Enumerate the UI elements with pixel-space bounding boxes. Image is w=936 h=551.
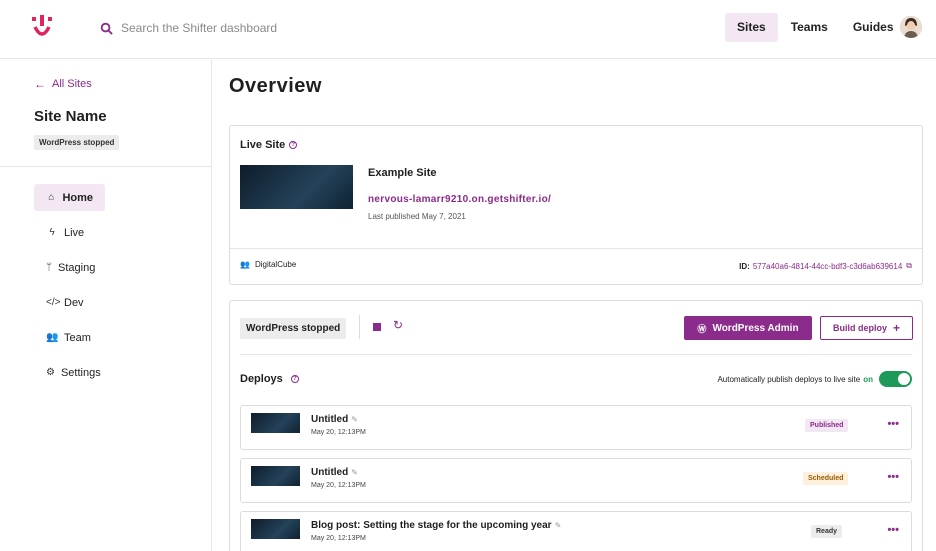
deploy-divider	[240, 354, 912, 355]
sidebar-divider	[0, 166, 212, 167]
site-title: Example Site	[368, 167, 437, 179]
deploy-title: Blog post: Setting the stage for the upc…	[311, 520, 561, 531]
deploys-title: Deploys ?	[240, 373, 299, 385]
deploy-thumbnail	[251, 519, 300, 550]
edit-icon[interactable]: ✎	[351, 415, 358, 424]
branch-icon: ᛘ	[46, 262, 52, 273]
refresh-icon[interactable]: ↻	[393, 318, 403, 332]
more-options-icon[interactable]: •••	[887, 471, 899, 483]
deploys-heading: Deploys	[240, 373, 283, 385]
wordpress-admin-label: WordPress Admin	[712, 322, 799, 334]
team-icon: 👥	[46, 332, 59, 343]
all-sites-link[interactable]: ← All Sites	[34, 77, 92, 91]
help-icon[interactable]: ?	[290, 375, 299, 383]
shifter-logo[interactable]	[32, 15, 52, 39]
deploy-date: May 20, 12:13PM	[311, 535, 366, 542]
team-icon: 👥	[240, 260, 250, 269]
site-id-value: 577a40a6-4814-44cc-bdf3-c3d6ab639614	[752, 261, 903, 271]
sidebar-item-team[interactable]: 👥 Team	[34, 324, 105, 351]
search-input[interactable]	[121, 21, 381, 35]
site-id-label: ID:	[739, 261, 750, 271]
sidebar-menu: ⌂ Home ϟ Live ᛘ Staging </> Dev 👥 Team ⚙…	[34, 184, 105, 394]
nav-teams[interactable]: Teams	[779, 13, 840, 42]
deploy-row[interactable]: Untitled ✎ May 20, 12:13PM Scheduled •••	[240, 458, 912, 503]
search-icon	[100, 22, 113, 35]
live-site-heading: Live Site	[240, 139, 286, 151]
auto-publish: Automatically publish deploys to live si…	[717, 371, 912, 387]
page-title: Overview	[229, 75, 322, 97]
sidebar-item-label: Home	[62, 191, 93, 204]
deploy-row[interactable]: Untitled ✎ May 20, 12:13PM Published •••	[240, 405, 912, 450]
deploy-title-text: Blog post: Setting the stage for the upc…	[311, 520, 552, 531]
live-site-title: Live Site ?	[240, 139, 298, 151]
sidebar-item-settings[interactable]: ⚙ Settings	[34, 359, 105, 386]
live-site-card: Live Site ? Example Site nervous-lamarr9…	[229, 125, 923, 285]
sidebar-item-label: Live	[64, 226, 85, 239]
code-icon: </>	[46, 297, 61, 308]
deploy-thumbnail	[251, 413, 300, 444]
site-thumbnail[interactable]	[240, 165, 353, 238]
site-url-link[interactable]: nervous-lamarr9210.on.getshifter.io/	[368, 194, 551, 205]
search-bar	[100, 19, 381, 37]
deploy-card: WordPress stopped ↻ Ⓦ WordPress Admin Bu…	[229, 300, 923, 551]
plus-icon: +	[892, 321, 900, 335]
deploy-title-text: Untitled	[311, 414, 349, 425]
build-deploy-label: Build deploy	[832, 323, 887, 333]
all-sites-label: All Sites	[52, 78, 92, 90]
deploy-title: Untitled ✎	[311, 467, 358, 478]
wordpress-status-tag: WordPress stopped	[34, 135, 120, 150]
status-badge: Ready	[811, 525, 843, 538]
nav-sites[interactable]: Sites	[725, 13, 778, 42]
home-icon: ⌂	[48, 192, 55, 203]
sidebar-item-label: Team	[64, 331, 91, 344]
sidebar-item-staging[interactable]: ᛘ Staging	[34, 254, 105, 281]
gear-icon: ⚙	[46, 367, 55, 378]
last-published: Last published May 7, 2021	[368, 212, 466, 221]
wordpress-admin-button[interactable]: Ⓦ WordPress Admin	[684, 316, 812, 340]
avatar[interactable]	[900, 16, 922, 38]
sidebar-item-label: Staging	[58, 261, 96, 274]
sidebar-item-label: Settings	[60, 366, 101, 379]
edit-icon[interactable]: ✎	[555, 521, 562, 530]
auto-publish-label: Automatically publish deploys to live si…	[717, 374, 861, 384]
deploy-date: May 20, 12:13PM	[311, 482, 366, 489]
divider	[359, 315, 360, 339]
site-id: ID: 577a40a6-4814-44cc-bdf3-c3d6ab639614…	[739, 261, 912, 271]
deploy-title-text: Untitled	[311, 467, 349, 478]
arrow-left-icon: ←	[34, 77, 46, 91]
help-icon[interactable]: ?	[289, 141, 298, 149]
card-divider	[230, 248, 922, 249]
build-deploy-button[interactable]: Build deploy +	[820, 316, 913, 340]
auto-publish-toggle[interactable]	[879, 371, 912, 387]
auto-publish-state: on	[863, 374, 873, 384]
sidebar-item-label: Dev	[64, 296, 84, 309]
top-nav: Sites Teams Guides	[725, 13, 907, 42]
sidebar-item-home[interactable]: ⌂ Home	[34, 184, 105, 211]
deploy-thumbnail	[251, 466, 300, 497]
deploy-title: Untitled ✎	[311, 414, 358, 425]
bolt-icon: ϟ	[49, 227, 55, 238]
sidebar-item-dev[interactable]: </> Dev	[34, 289, 105, 316]
copy-icon[interactable]: ⧉	[906, 261, 912, 271]
top-bar: Sites Teams Guides	[0, 0, 936, 59]
deploy-date: May 20, 12:13PM	[311, 429, 366, 436]
team-name-label: DigitalCube	[254, 260, 297, 269]
more-options-icon[interactable]: •••	[887, 524, 899, 536]
deploy-row[interactable]: Blog post: Setting the stage for the upc…	[240, 511, 912, 551]
team-name[interactable]: 👥 DigitalCube	[240, 260, 296, 269]
edit-icon[interactable]: ✎	[351, 468, 358, 477]
nav-guides[interactable]: Guides	[841, 13, 906, 42]
status-badge: Published	[805, 419, 849, 432]
wordpress-status: WordPress stopped	[240, 318, 347, 339]
stop-icon[interactable]	[373, 323, 381, 331]
wordpress-icon: Ⓦ	[697, 323, 707, 334]
sidebar: ← All Sites Site Name WordPress stopped …	[0, 60, 212, 551]
sidebar-item-live[interactable]: ϟ Live	[34, 219, 105, 246]
site-name: Site Name	[34, 108, 107, 125]
status-badge: Scheduled	[803, 472, 849, 485]
more-options-icon[interactable]: •••	[887, 418, 899, 430]
